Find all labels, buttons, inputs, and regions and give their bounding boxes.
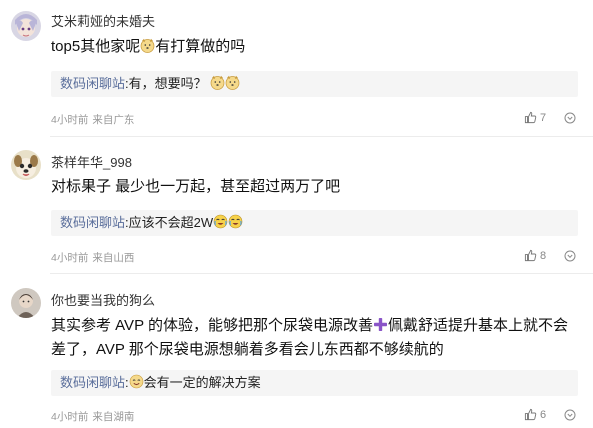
like-button[interactable]: 7 <box>524 111 546 124</box>
reply-username[interactable]: 数码闲聊站 <box>60 215 125 230</box>
comment-1: 艾米莉娅的未婚夫 top5其他家呢 有打算做的吗 数码闲聊站:有，想要吗？ 4小时… <box>0 0 593 137</box>
comment-time: 4小时前 <box>51 411 89 423</box>
comment-text-part: 有打算做的吗 <box>155 38 246 55</box>
more-chevron-icon[interactable] <box>564 112 576 124</box>
like-button[interactable]: 8 <box>524 249 546 262</box>
reply-box[interactable]: 数码闲聊站:有，想要吗？ <box>51 71 578 97</box>
username[interactable]: 你也要当我的狗么 <box>51 290 155 309</box>
divider <box>50 273 593 274</box>
emoji-doge-icon <box>140 38 155 53</box>
comment-meta: 4小时前 来自湖南 <box>51 409 134 424</box>
comment-location: 来自广东 <box>92 114 135 126</box>
emoji-cry-laugh-icon <box>228 214 243 229</box>
comment-location: 来自山西 <box>92 252 135 264</box>
like-count: 8 <box>540 249 547 262</box>
avatar[interactable] <box>11 288 41 318</box>
emoji-smile-icon <box>129 374 144 389</box>
reply-box[interactable]: 数码闲聊站: 会有一定的解决方案 <box>51 370 578 396</box>
like-button[interactable]: 6 <box>524 408 546 421</box>
reply-text: :应该不会超2W <box>125 215 214 230</box>
emoji-doge-icon <box>210 75 225 90</box>
username[interactable]: 茶样年华_998 <box>51 152 132 171</box>
comment-text: top5其他家呢 有打算做的吗 <box>51 35 576 59</box>
comment-meta: 4小时前 来自山西 <box>51 250 134 265</box>
emoji-doge-icon <box>225 75 240 90</box>
thumbs-up-icon <box>524 111 537 124</box>
emoji-cry-laugh-icon <box>213 214 228 229</box>
comment-text-part: top5其他家呢 <box>51 38 141 55</box>
comment-text-part: 其实参考 AVP 的体验，能够把那个尿袋电源改善 <box>51 317 373 334</box>
thumbs-up-icon <box>524 408 537 421</box>
thumbs-up-icon <box>524 249 537 262</box>
comment-text: 其实参考 AVP 的体验，能够把那个尿袋电源改善 佩戴舒适提升基本上就不会差了，A… <box>51 314 576 362</box>
comment-location: 来自湖南 <box>92 411 135 423</box>
more-chevron-icon[interactable] <box>564 409 576 421</box>
divider <box>50 136 593 137</box>
reply-text: 会有一定的解决方案 <box>143 375 261 390</box>
like-count: 6 <box>540 408 547 421</box>
comment-meta: 4小时前 来自广东 <box>51 112 134 127</box>
reply-box[interactable]: 数码闲聊站:应该不会超2W <box>51 210 578 236</box>
comment-time: 4小时前 <box>51 114 89 126</box>
reply-username[interactable]: 数码闲聊站 <box>60 76 125 91</box>
comment-text: 对标果子 最少也一万起，甚至超过两万了吧 <box>51 178 341 195</box>
reply-username[interactable]: 数码闲聊站 <box>60 375 125 390</box>
more-chevron-icon[interactable] <box>564 250 576 262</box>
reply-text: :有，想要吗？ <box>125 76 207 91</box>
like-count: 7 <box>540 111 547 124</box>
plus-icon <box>373 317 388 332</box>
comment-time: 4小时前 <box>51 252 89 264</box>
username[interactable]: 艾米莉娅的未婚夫 <box>51 11 155 30</box>
avatar[interactable] <box>11 150 41 180</box>
avatar[interactable] <box>11 11 41 41</box>
